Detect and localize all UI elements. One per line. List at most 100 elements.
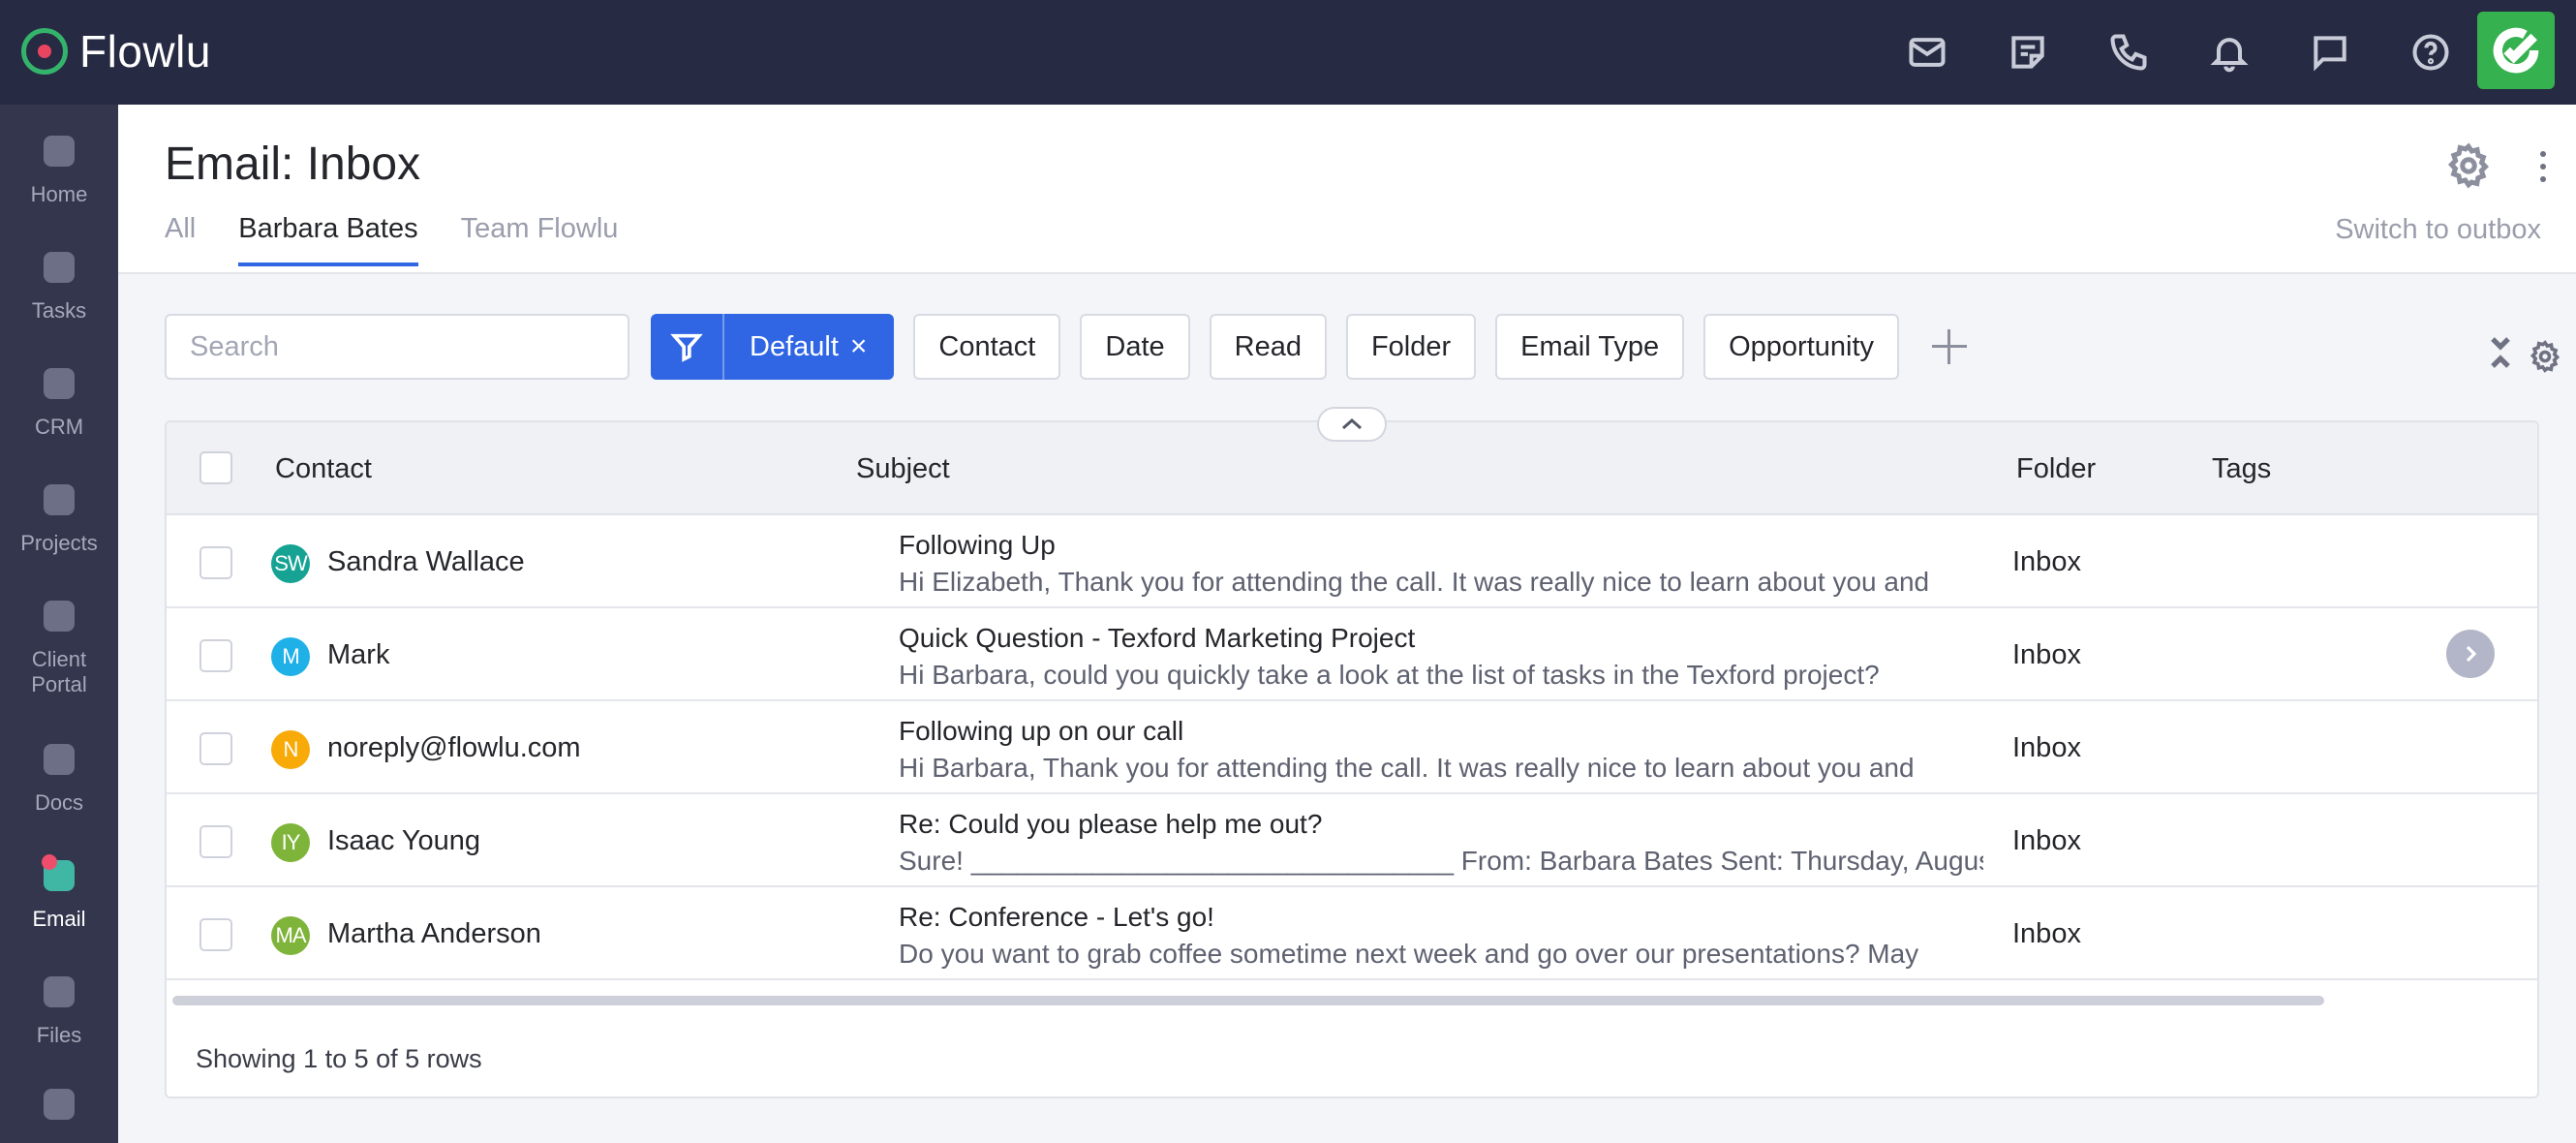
filter-chip-read[interactable]: Read: [1209, 314, 1327, 380]
avatar: M: [271, 637, 310, 676]
contact-name[interactable]: Martha Anderson: [327, 918, 541, 950]
sidebar-item-files[interactable]: Files: [0, 973, 118, 1048]
row-checkbox[interactable]: [199, 546, 232, 579]
table-row[interactable]: M Mark Quick Question - Texford Marketin…: [167, 608, 2537, 701]
sidebar-item-label: Files: [36, 1023, 82, 1047]
top-bar-icons: [1898, 23, 2460, 81]
table-settings-gear-icon[interactable]: [2528, 339, 2562, 374]
filter-chip-opportunity[interactable]: Opportunity: [1703, 314, 1900, 380]
column-header-folder[interactable]: Folder: [2016, 453, 2096, 485]
more-options-icon[interactable]: [2531, 145, 2555, 188]
row-checkbox[interactable]: [199, 639, 232, 672]
sidebar-item-projects[interactable]: Projects: [0, 480, 118, 556]
app-name: Flowlu: [79, 26, 211, 77]
table-row[interactable]: IY Isaac Young Re: Could you please help…: [167, 794, 2537, 887]
flowlu-logo-icon: [21, 28, 68, 75]
files-icon: [36, 973, 82, 1015]
sidebar-item-label: Docs: [34, 790, 84, 815]
subject-title: Quick Question - Texford Marketing Proje…: [899, 623, 1416, 653]
sidebar-item-client-portal[interactable]: Client Portal: [0, 597, 118, 697]
tab-all[interactable]: All: [165, 213, 196, 266]
avatar: SW: [271, 544, 310, 583]
row-checkbox[interactable]: [199, 825, 232, 858]
clear-filter-icon[interactable]: ×: [850, 330, 895, 363]
subject-cell[interactable]: Re: Could you please help me out? Sure! …: [899, 806, 1983, 880]
sidebar-item-email[interactable]: Email: [0, 854, 118, 932]
filter-chip-contact[interactable]: Contact: [913, 314, 1061, 380]
column-header-tags[interactable]: Tags: [2212, 453, 2271, 485]
sidebar-item-tasks[interactable]: Tasks: [0, 248, 118, 324]
subject-cell[interactable]: Quick Question - Texford Marketing Proje…: [899, 620, 1983, 694]
mail-icon[interactable]: [1898, 23, 1956, 81]
page-title: Email: Inbox: [165, 139, 421, 190]
open-row-chevron-right-icon[interactable]: [2446, 630, 2495, 678]
sidebar-item-docs[interactable]: Docs: [0, 740, 118, 816]
subject-cell[interactable]: Following Up Hi Elizabeth, Thank you for…: [899, 527, 1983, 601]
collapse-icon[interactable]: [2487, 333, 2514, 372]
bell-icon[interactable]: [2200, 23, 2258, 81]
settings-gear-icon[interactable]: [2444, 141, 2493, 190]
subject-preview: Hi Barbara, could you quickly take a loo…: [899, 660, 1880, 690]
subject-preview: Hi Elizabeth, Thank you for attending th…: [899, 567, 1930, 597]
email-icon: [36, 854, 82, 899]
add-filter-plus-icon[interactable]: [1928, 325, 1971, 368]
switch-to-outbox-link[interactable]: Switch to outbox: [2335, 214, 2541, 246]
avatar: MA: [271, 916, 310, 955]
docs-icon: [36, 740, 82, 783]
filter-bar: Default × Contact Date Read Folder Email…: [165, 314, 1971, 380]
chat-icon[interactable]: [2301, 23, 2359, 81]
horizontal-scrollbar[interactable]: [172, 996, 2324, 1005]
table-row[interactable]: N noreply@flowlu.com Following up on our…: [167, 701, 2537, 794]
folder-cell: Inbox: [2012, 546, 2081, 577]
default-filter-button[interactable]: Default ×: [651, 314, 895, 380]
pagination-summary: Showing 1 to 5 of 5 rows: [196, 1044, 482, 1073]
sidebar-item-crm[interactable]: CRM: [0, 364, 118, 440]
sidebar-item-label: CRM: [34, 415, 84, 439]
contact-name[interactable]: noreply@flowlu.com: [327, 732, 581, 764]
subject-preview: Do you want to grab coffee sometime next…: [899, 939, 1919, 969]
page-header: Email: Inbox All Barbara Bates Team Flow…: [118, 105, 2576, 274]
filter-funnel-icon: [651, 314, 724, 380]
row-checkbox[interactable]: [199, 918, 232, 951]
client-portal-icon: [36, 597, 82, 639]
subject-title: Re: Conference - Let's go!: [899, 902, 1214, 932]
subject-preview: Sure! ________________________________ F…: [899, 846, 1983, 876]
notes-icon[interactable]: [1999, 23, 2057, 81]
home-icon: [36, 132, 82, 174]
subject-cell[interactable]: Re: Conference - Let's go! Do you want t…: [899, 899, 1983, 973]
table-row[interactable]: SW Sandra Wallace Following Up Hi Elizab…: [167, 515, 2537, 608]
column-header-contact[interactable]: Contact: [275, 453, 372, 485]
app-logo[interactable]: Flowlu: [21, 25, 211, 77]
sidebar-item-label: Projects: [20, 531, 98, 555]
contact-name[interactable]: Mark: [327, 639, 389, 671]
contact-name[interactable]: Sandra Wallace: [327, 546, 525, 578]
table-row[interactable]: MA Martha Anderson Re: Conference - Let'…: [167, 887, 2537, 980]
phone-icon[interactable]: [2100, 23, 2158, 81]
filter-chip-date[interactable]: Date: [1080, 314, 1190, 380]
row-checkbox[interactable]: [199, 732, 232, 765]
tab-team-flowlu[interactable]: Team Flowlu: [461, 213, 619, 266]
column-header-subject[interactable]: Subject: [856, 453, 950, 485]
search-input[interactable]: [165, 314, 629, 380]
tasks-icon: [36, 248, 82, 291]
check-circle-icon[interactable]: [2477, 12, 2555, 89]
select-all-checkbox[interactable]: [199, 451, 232, 484]
avatar: IY: [271, 823, 310, 862]
flowlu-p-icon: [36, 1085, 82, 1128]
contact-name[interactable]: Isaac Young: [327, 825, 480, 857]
subject-title: Following Up: [899, 530, 1056, 560]
folder-cell: Inbox: [2012, 825, 2081, 856]
main-content: Email: Inbox All Barbara Bates Team Flow…: [118, 105, 2576, 1143]
subject-title: Re: Could you please help me out?: [899, 809, 1323, 839]
folder-cell: Inbox: [2012, 639, 2081, 670]
sidebar-item-more[interactable]: [0, 1085, 118, 1135]
help-icon[interactable]: [2402, 23, 2460, 81]
tab-barbara-bates[interactable]: Barbara Bates: [238, 213, 418, 266]
subject-title: Following up on our call: [899, 716, 1184, 746]
sidebar-item-home[interactable]: Home: [0, 132, 118, 207]
subject-cell[interactable]: Following up on our call Hi Barbara, Tha…: [899, 713, 1983, 787]
collapse-filters-chevron-up-icon[interactable]: [1317, 407, 1387, 442]
avatar: N: [271, 730, 310, 769]
filter-chip-folder[interactable]: Folder: [1345, 314, 1477, 380]
filter-chip-email-type[interactable]: Email Type: [1495, 314, 1685, 380]
